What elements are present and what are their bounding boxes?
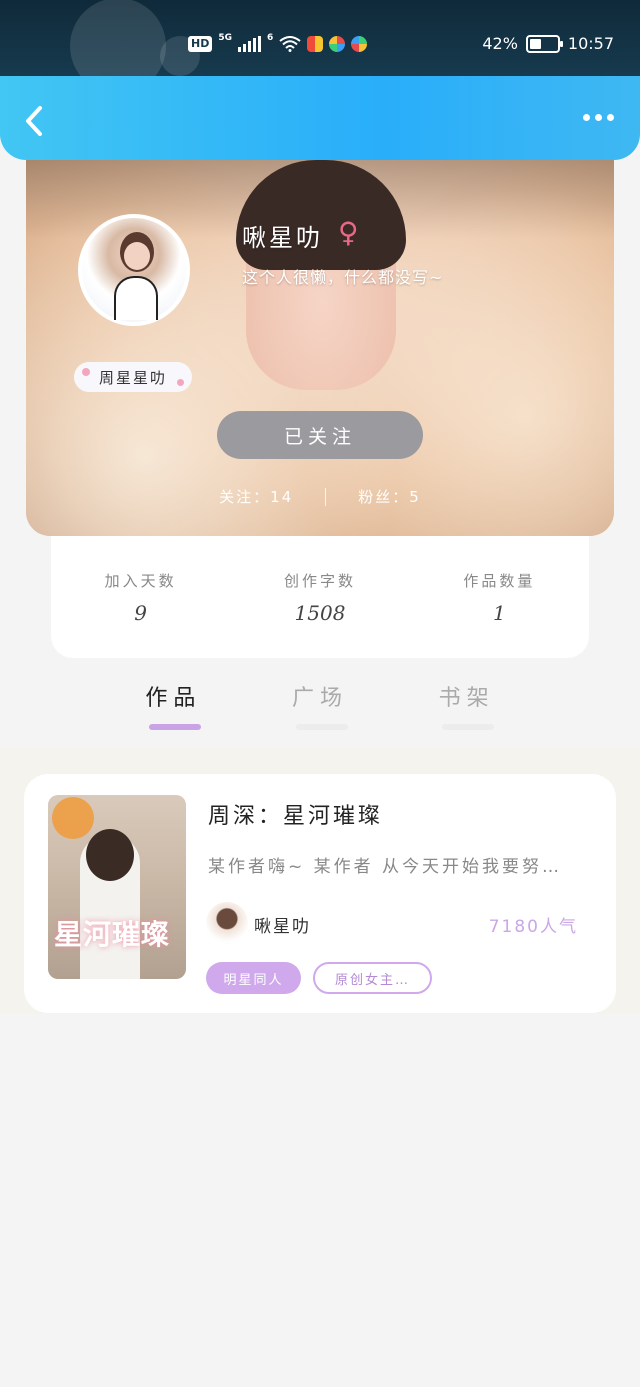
work-tag[interactable]: 明星同人 xyxy=(206,962,301,994)
stat-value: 1508 xyxy=(294,601,346,625)
stat-label: 作品数量 xyxy=(463,572,536,590)
work-card[interactable]: 星河璀璨 周深：星河璀璨 某作者嗨~ 某作者 从今天开始我要努… 啾星叻 718… xyxy=(24,774,616,1013)
cover-badge xyxy=(52,797,94,839)
wifi-icon xyxy=(279,36,301,52)
stat-label: 创作字数 xyxy=(283,572,356,590)
clock: 10:57 xyxy=(567,34,614,53)
dot-icon xyxy=(607,114,614,121)
app-notification-icon xyxy=(351,36,368,52)
avatar-figure xyxy=(114,276,158,320)
dot-icon xyxy=(583,114,590,121)
gender-female-icon: ♀ xyxy=(338,216,359,249)
battery-level xyxy=(529,38,541,49)
battery-icon xyxy=(525,34,563,53)
work-cover-image[interactable]: 星河璀璨 xyxy=(48,795,186,979)
decor-bubble xyxy=(70,0,166,76)
stats-card: 加入天数 9 创作字数 1508 作品数量 1 xyxy=(51,536,589,658)
tab-label: 书架 xyxy=(438,686,495,711)
stat-label: 加入天数 xyxy=(104,572,177,590)
app-notification-icon xyxy=(329,36,346,52)
status-bar: HD 5G 6 42% 10:57 xyxy=(0,0,640,76)
nickname-badge-label: 周星星叻 xyxy=(98,368,167,387)
nickname-badge: 周星星叻 xyxy=(74,362,192,392)
battery-percent: 42% xyxy=(482,34,518,53)
more-options-button[interactable] xyxy=(583,114,614,121)
username: 啾星叻 xyxy=(242,224,323,252)
tab-square[interactable]: 广场 xyxy=(247,672,394,732)
chevron-left-icon xyxy=(26,106,42,136)
signal-icon xyxy=(238,36,261,52)
work-description: 某作者嗨~ 某作者 从今天开始我要努… xyxy=(208,857,563,877)
popularity-count: 7180人气 xyxy=(488,917,578,937)
app-notification-icon xyxy=(307,36,324,52)
fans-count[interactable]: 粉丝：5 xyxy=(358,486,421,507)
tab-indicator xyxy=(149,724,201,730)
network-type: 5G xyxy=(218,33,232,43)
tab-bar: 作品 广场 书架 xyxy=(100,672,540,732)
follow-stats: 关注：14 粉丝：5 xyxy=(26,486,614,507)
back-button[interactable] xyxy=(20,104,50,138)
tab-indicator xyxy=(442,724,495,730)
stat-join-days: 加入天数 9 xyxy=(51,536,230,658)
header-bar xyxy=(0,76,640,160)
cover-title: 星河璀璨 xyxy=(54,918,171,951)
work-title[interactable]: 周深：星河璀璨 xyxy=(208,798,383,830)
tab-label: 广场 xyxy=(292,686,349,711)
stat-works-count: 作品数量 1 xyxy=(410,536,589,658)
divider xyxy=(325,487,327,506)
work-tag[interactable]: 原创女主… xyxy=(313,962,432,994)
wifi-version: 6 xyxy=(267,33,274,43)
status-icons-left: HD 5G 6 xyxy=(188,33,368,52)
status-icons-right: 42% 10:57 xyxy=(482,34,614,53)
dot-icon xyxy=(595,114,602,121)
tab-bookshelf[interactable]: 书架 xyxy=(393,672,540,732)
user-bio: 这个人很懒，什么都没写~ xyxy=(242,268,444,287)
following-count[interactable]: 关注：14 xyxy=(219,486,293,507)
follow-button[interactable]: 已关注 xyxy=(217,411,423,459)
author-avatar[interactable] xyxy=(206,902,248,944)
stat-value: 1 xyxy=(492,601,506,625)
profile-banner: 啾星叻 ♀ 这个人很懒，什么都没写~ 周星星叻 已关注 关注：14 粉丝：5 xyxy=(26,140,614,536)
author-name[interactable]: 啾星叻 xyxy=(254,912,311,937)
avatar[interactable] xyxy=(78,214,190,326)
works-list: 星河璀璨 周深：星河璀璨 某作者嗨~ 某作者 从今天开始我要努… 啾星叻 718… xyxy=(0,748,640,1014)
cover-figure-hair xyxy=(86,829,134,881)
avatar-face xyxy=(124,242,150,270)
stat-word-count: 创作字数 1508 xyxy=(230,536,409,658)
tab-label: 作品 xyxy=(145,686,202,711)
hd-icon: HD xyxy=(188,36,213,52)
tab-works[interactable]: 作品 xyxy=(100,672,247,732)
tab-indicator xyxy=(295,724,348,730)
stat-value: 9 xyxy=(134,601,148,625)
